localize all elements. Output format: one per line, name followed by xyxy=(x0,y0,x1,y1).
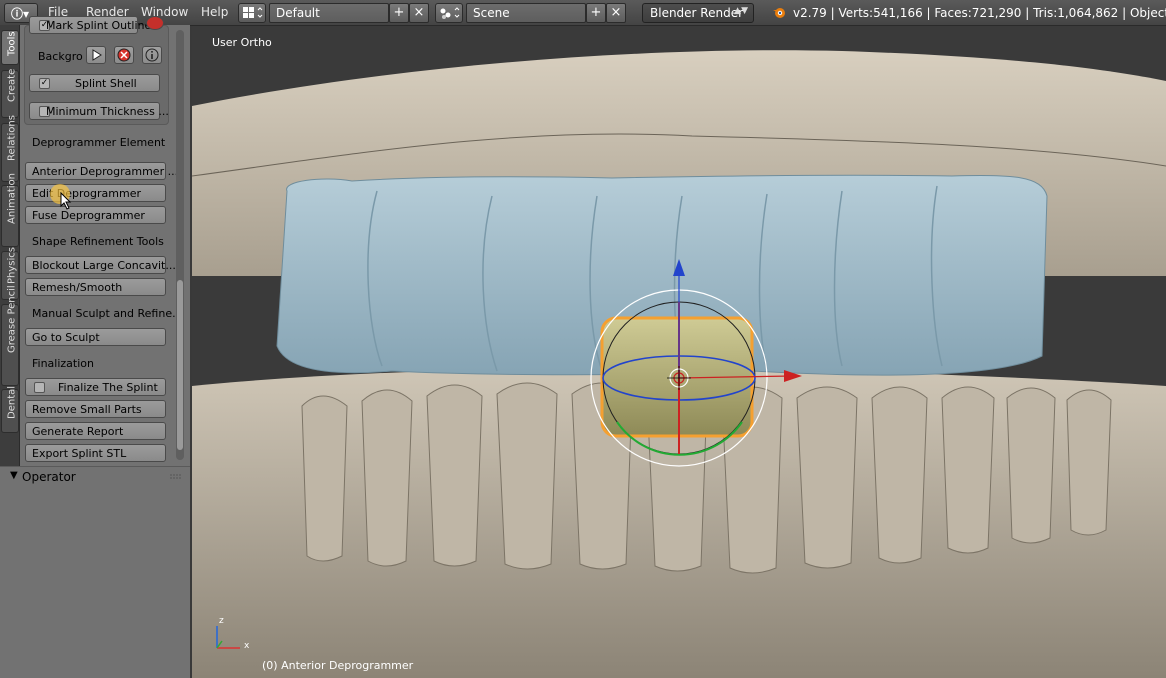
fuse-deprogrammer-button[interactable]: Fuse Deprogrammer xyxy=(25,206,166,224)
top-header-bar: ⓘ▾ File Render Window Help Default + × S… xyxy=(0,0,1166,26)
add-scene-button[interactable]: + xyxy=(586,3,606,23)
blockout-concavities-button[interactable]: Blockout Large Concavit... xyxy=(25,256,176,274)
add-layout-button[interactable]: + xyxy=(389,3,409,23)
view-label: User Ortho xyxy=(212,36,272,49)
scene-name: Scene xyxy=(473,6,510,20)
info-button[interactable] xyxy=(142,46,162,64)
3d-viewport[interactable]: User Ortho z x (0) Anterior Deprogrammer xyxy=(192,26,1166,678)
panel-scrollbar[interactable] xyxy=(176,30,185,460)
render-engine-value: Blender Render xyxy=(650,6,744,20)
operator-label: Operator xyxy=(22,470,76,484)
remesh-smooth-button[interactable]: Remesh/Smooth xyxy=(25,278,166,296)
splint-shell-checkbox[interactable]: ✓ Splint Shell xyxy=(29,74,160,92)
scene-statistics: v2.79 | Verts:541,166 | Faces:721,290 | … xyxy=(793,6,1166,20)
axis-x-label: x xyxy=(244,641,250,651)
chevron-updown-icon: ▲▼ xyxy=(734,6,748,16)
active-object-label: (0) Anterior Deprogrammer xyxy=(262,659,414,672)
scrollbar-thumb[interactable] xyxy=(177,280,183,450)
section-finalization: Finalization xyxy=(32,357,94,370)
tab-grease-pencil[interactable]: Grease Pencil xyxy=(1,285,19,386)
cancel-icon xyxy=(117,48,131,62)
play-icon xyxy=(92,49,102,61)
section-manual-sculpt: Manual Sculpt and Refine... xyxy=(32,307,183,320)
operator-panel-body xyxy=(0,487,190,678)
screen-layout-field[interactable]: Default xyxy=(269,3,389,23)
drag-handle-icon[interactable] xyxy=(170,474,182,480)
edit-deprogrammer-button[interactable]: Edit Deprogrammer xyxy=(25,184,166,202)
remove-small-parts-button[interactable]: Remove Small Parts xyxy=(25,400,166,418)
tab-animation[interactable]: Animation xyxy=(1,173,19,247)
delete-layout-button[interactable]: × xyxy=(409,3,429,23)
render-engine-dropdown[interactable]: Blender Render ▲▼ xyxy=(642,3,754,23)
remove-outline-button[interactable] xyxy=(146,16,164,30)
checkbox-icon: ✓ xyxy=(39,78,50,89)
plus-icon: + xyxy=(393,5,405,20)
cancel-button[interactable] xyxy=(114,46,134,64)
blender-logo-icon xyxy=(773,8,785,18)
screen-layout-name: Default xyxy=(276,6,320,20)
axis-z-label: z xyxy=(219,616,224,626)
generate-report-button[interactable]: Generate Report xyxy=(25,422,166,440)
triangle-down-icon: ▼ xyxy=(10,470,18,481)
dental-model-render[interactable] xyxy=(192,26,1166,678)
scene-objects-icon xyxy=(440,7,460,19)
checkbox-icon xyxy=(34,382,45,393)
grid-layout-icon xyxy=(243,7,263,18)
finalize-splint-checkbox[interactable]: Finalize The Splint xyxy=(25,378,166,396)
screen-layout-icon[interactable] xyxy=(238,3,266,23)
scene-icon[interactable] xyxy=(435,3,463,23)
anterior-deprogrammer-button[interactable]: Anterior Deprogrammer ... xyxy=(25,162,178,180)
tab-dental[interactable]: Dental xyxy=(1,386,19,433)
info-icon xyxy=(145,48,159,62)
info-icon: ⓘ▾ xyxy=(11,7,30,21)
mark-splint-outline-checkbox[interactable]: ✓ Mark Splint Outline xyxy=(29,16,151,34)
play-button[interactable] xyxy=(86,46,106,64)
close-icon: × xyxy=(413,5,425,20)
tab-tools[interactable]: Tools xyxy=(1,30,19,65)
tab-create[interactable]: Create xyxy=(1,69,19,118)
minimum-thickness-checkbox[interactable]: Minimum Thickness ... xyxy=(29,102,169,120)
section-deprogrammer-element: Deprogrammer Element xyxy=(32,136,166,149)
menu-help[interactable]: Help xyxy=(201,5,228,19)
operator-panel-header[interactable]: ▼ Operator xyxy=(0,466,190,487)
export-splint-stl-button[interactable]: Export Splint STL xyxy=(25,444,166,462)
plus-icon: + xyxy=(590,5,602,20)
section-shape-refinement: Shape Refinement Tools xyxy=(32,235,164,248)
go-to-sculpt-button[interactable]: Go to Sculpt xyxy=(25,328,166,346)
delete-scene-button[interactable]: × xyxy=(606,3,626,23)
close-icon: × xyxy=(610,5,622,20)
mouse-pointer-icon xyxy=(60,192,72,210)
scene-field[interactable]: Scene xyxy=(466,3,586,23)
background-label: Backgro xyxy=(38,50,83,63)
